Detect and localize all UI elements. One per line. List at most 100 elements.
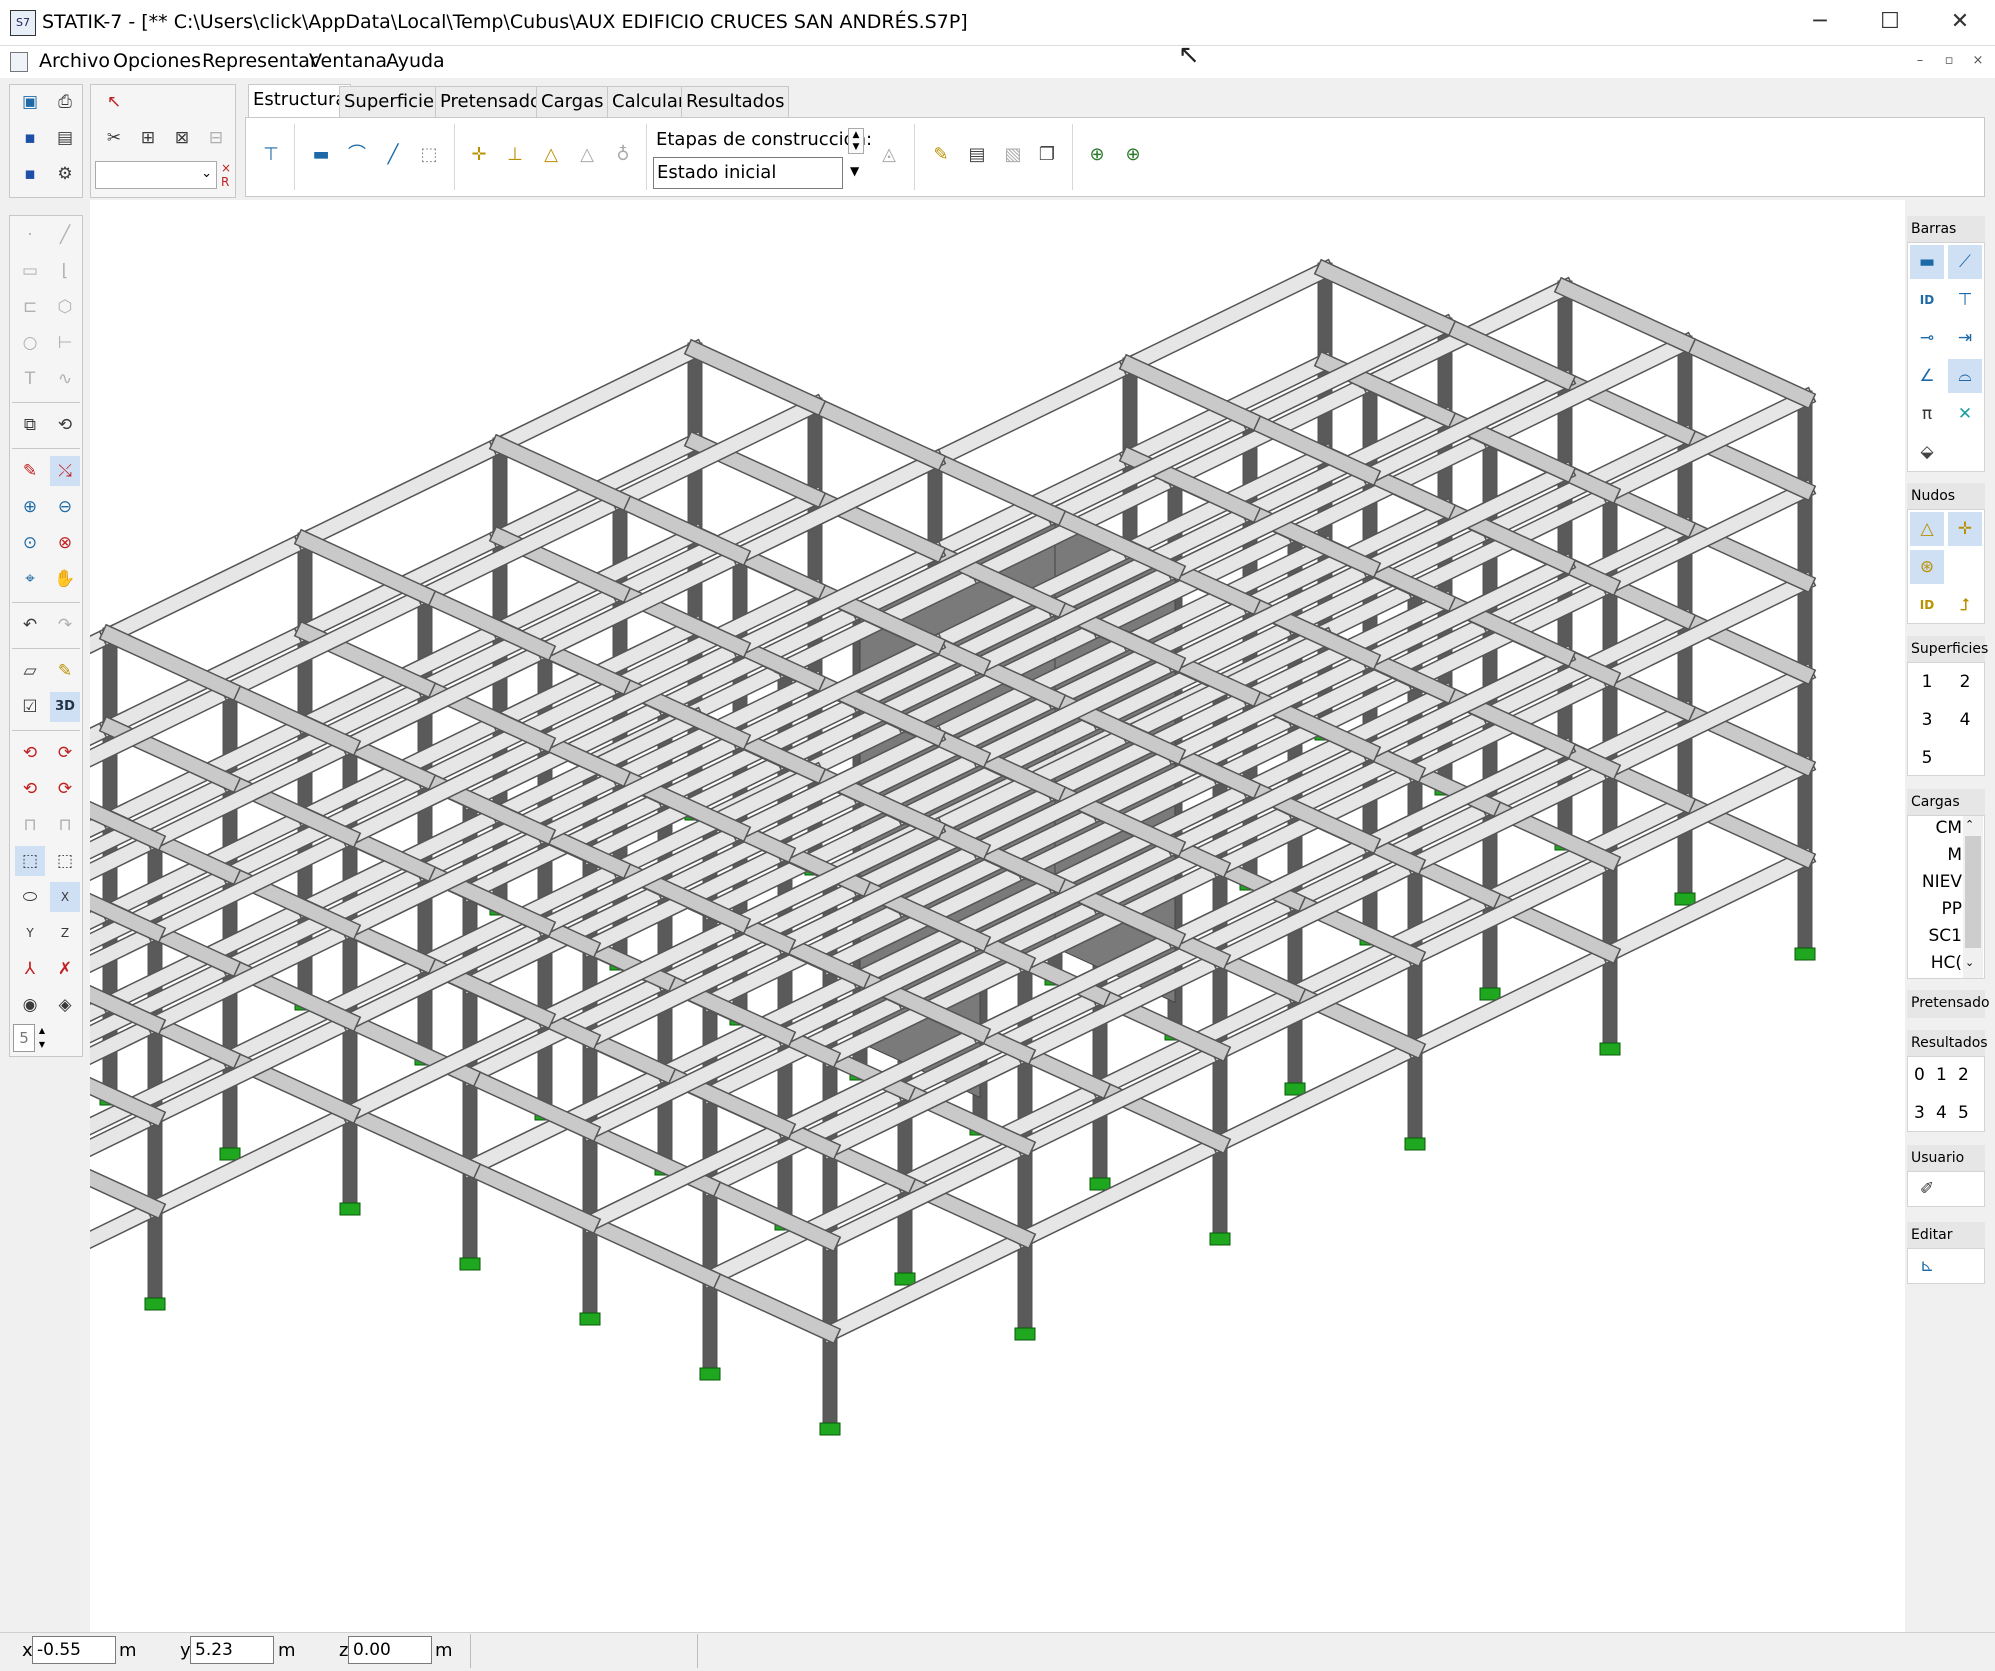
surface-button-5[interactable]: 5	[1910, 741, 1944, 775]
beam[interactable]	[805, 395, 945, 470]
undo-icon[interactable]: ↶	[15, 610, 45, 640]
beam[interactable]	[1210, 1038, 1425, 1153]
select-group-icon[interactable]: ⊟	[201, 123, 231, 153]
beam[interactable]	[460, 1158, 600, 1233]
text-icon[interactable]: T	[15, 364, 45, 394]
result-button-5[interactable]: 5	[1958, 1103, 1969, 1123]
support-node[interactable]	[1674, 892, 1696, 906]
support-node[interactable]	[219, 1147, 241, 1161]
bar-curved-icon[interactable]: ⌒	[342, 140, 372, 170]
result-button-0[interactable]: 0	[1914, 1065, 1925, 1085]
section-icon[interactable]: ⊤	[256, 140, 286, 170]
polygon-icon[interactable]: ⬡	[50, 292, 80, 322]
zoom-window-icon[interactable]: ⊙	[15, 528, 45, 558]
pretensado-panel-title[interactable]: Pretensado	[1907, 990, 1990, 1018]
load-case-item[interactable]: NIEV	[1912, 869, 1962, 896]
beam[interactable]	[1405, 943, 1620, 1058]
import-icon[interactable]: ⊕	[1082, 140, 1112, 170]
surface-button-2[interactable]: 2	[1948, 665, 1982, 699]
open-file-icon[interactable]: ▣	[15, 87, 45, 117]
load-case-item[interactable]: SC1	[1912, 923, 1962, 950]
support-node[interactable]	[144, 1297, 166, 1311]
support-pinned-icon[interactable]: △	[572, 140, 602, 170]
rectangle-icon[interactable]: ▭	[15, 256, 45, 286]
beam[interactable]	[1600, 848, 1815, 963]
settings-icon[interactable]: ⚙	[50, 159, 80, 189]
result-button-1[interactable]: 1	[1936, 1065, 1947, 1085]
tab-calcular[interactable]: Calcular	[607, 86, 691, 118]
beam[interactable]	[0, 1198, 165, 1303]
node-id-icon[interactable]: ID	[1910, 588, 1944, 622]
support-node[interactable]	[1284, 1082, 1306, 1096]
menu-archivo[interactable]: Archivo	[39, 50, 110, 72]
result-button-3[interactable]: 3	[1914, 1103, 1925, 1123]
bar-section-icon[interactable]: ⊤	[1948, 283, 1982, 317]
support-spring-icon[interactable]: ♁	[608, 140, 638, 170]
beam[interactable]	[700, 1268, 840, 1343]
stage-visibility-icon[interactable]: ◬	[874, 140, 904, 170]
select-cross-icon[interactable]: ⊠	[167, 123, 197, 153]
select-tool-icon[interactable]: ⤯	[50, 456, 80, 486]
level-spinner-input[interactable]: 5	[13, 1024, 35, 1052]
select-pointer-icon[interactable]: ↖	[99, 87, 129, 117]
beam[interactable]	[1015, 1133, 1230, 1248]
edit-properties-icon[interactable]: ✎	[926, 140, 956, 170]
load-case-item[interactable]: HC(	[1912, 950, 1962, 977]
bar-orientation-icon[interactable]: ⌓	[1948, 359, 1982, 393]
maximize-button[interactable]: ☐	[1855, 0, 1925, 46]
redo-icon[interactable]: ↷	[50, 610, 80, 640]
beam[interactable]	[1315, 260, 1455, 335]
rotate-right-icon[interactable]: ⟳	[50, 738, 80, 768]
surface-button-1[interactable]: 1	[1910, 665, 1944, 699]
axis-z-button[interactable]: Z	[50, 918, 80, 948]
render-icon[interactable]: ◉	[15, 990, 45, 1020]
construction-stage-select[interactable]: Estado inicial	[653, 157, 843, 189]
view-persp-icon[interactable]: ⬭	[15, 882, 45, 912]
tab-pretensado[interactable]: Pretensado	[435, 86, 547, 118]
beam[interactable]	[925, 355, 1140, 470]
support-node[interactable]	[579, 1312, 601, 1326]
minimize-button[interactable]: ─	[1785, 0, 1855, 46]
view-iso-icon[interactable]: ⬚	[50, 846, 80, 876]
bar-delete-icon[interactable]: ✕	[1948, 397, 1982, 431]
menu-representar[interactable]: Representar	[202, 50, 318, 72]
beam[interactable]	[685, 340, 825, 415]
bar-3d-icon[interactable]: ⬙	[1910, 435, 1944, 469]
bar-straight-icon[interactable]: ▬	[1910, 245, 1944, 279]
print-preview-icon[interactable]: ▤	[50, 123, 80, 153]
selection-combo[interactable]: ⌄	[95, 161, 217, 189]
loads-scrollbar[interactable]: ⌃ ⌄	[1963, 816, 1983, 978]
bar-curved-icon[interactable]: ⟋	[1948, 245, 1982, 279]
structure-3d-model[interactable]	[0, 200, 1905, 1632]
surface-button-4[interactable]: 4	[1948, 703, 1982, 737]
bar-axes-icon[interactable]: ∠	[1910, 359, 1944, 393]
spline-icon[interactable]: ∿	[50, 364, 80, 394]
support-icon[interactable]: △	[1910, 512, 1944, 546]
bar-arc-icon[interactable]: ╱	[378, 140, 408, 170]
circle-icon[interactable]: ○	[15, 328, 45, 358]
document-icon[interactable]	[10, 52, 28, 72]
beam[interactable]	[1120, 355, 1260, 430]
beam[interactable]	[1675, 333, 1815, 408]
node-icon[interactable]: ✛	[1948, 512, 1982, 546]
node-icon[interactable]: ✛	[464, 140, 494, 170]
support-node[interactable]	[339, 1202, 361, 1216]
support-node[interactable]	[819, 1422, 841, 1436]
beam[interactable]	[25, 1143, 165, 1218]
save-as-icon[interactable]: ▪	[15, 159, 45, 189]
bar-eccentric-icon[interactable]: π	[1910, 397, 1944, 431]
load-case-item[interactable]: PP	[1912, 896, 1962, 923]
plane-edit-icon[interactable]: ✎	[50, 656, 80, 686]
beam[interactable]	[490, 435, 630, 510]
user-edit-icon[interactable]: ✐	[1910, 1172, 1944, 1206]
support-node[interactable]	[699, 1367, 721, 1381]
polyline-icon[interactable]: ⊏	[15, 292, 45, 322]
menu-ventana[interactable]: Ventana	[309, 50, 387, 72]
beam[interactable]	[25, 1051, 165, 1126]
support-node[interactable]	[1089, 1177, 1111, 1191]
axes-edit-icon[interactable]: ✗	[50, 954, 80, 984]
mdi-minimize-button[interactable]: –	[1906, 50, 1934, 72]
beam[interactable]	[580, 1213, 720, 1288]
select-frame-icon[interactable]: ⊞	[133, 123, 163, 153]
scissors-icon[interactable]: ✂	[99, 123, 129, 153]
